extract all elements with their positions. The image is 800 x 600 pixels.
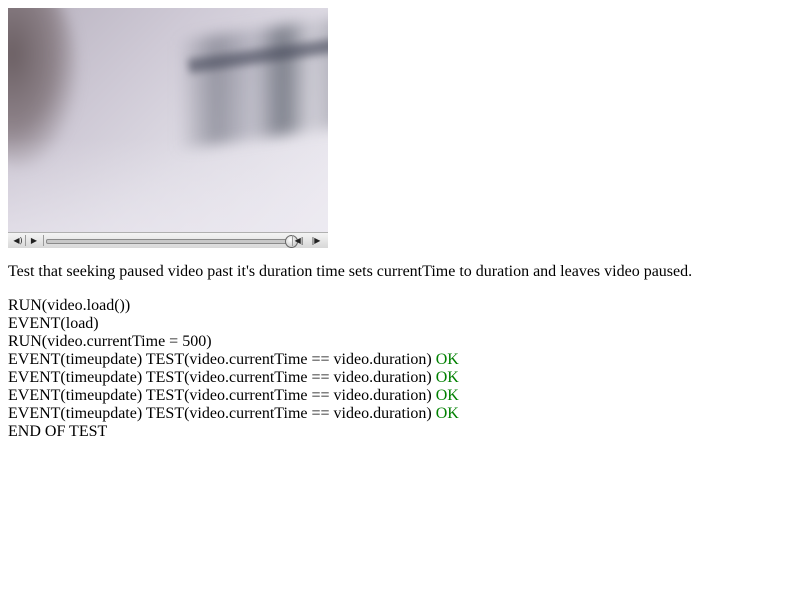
log-line-text: EVENT(timeupdate) TEST(video.currentTime…: [8, 387, 432, 404]
seek-back-icon[interactable]: ◀|: [291, 234, 307, 247]
log-result-ok: OK: [435, 351, 459, 368]
controls-divider: [43, 235, 44, 246]
video-content-window: [178, 16, 328, 150]
video-player[interactable]: ◀) ▶ ◀| |▶: [8, 8, 328, 248]
log-line-text: END OF TEST: [8, 423, 108, 440]
test-description: Test that seeking paused video past it's…: [8, 263, 693, 280]
log-line-text: EVENT(timeupdate) TEST(video.currentTime…: [8, 369, 432, 386]
video-frame[interactable]: [8, 8, 328, 232]
log-line-text: RUN(video.currentTime = 500): [8, 333, 212, 350]
log-line: EVENT(timeupdate) TEST(video.currentTime…: [8, 387, 459, 405]
log-line: EVENT(timeupdate) TEST(video.currentTime…: [8, 369, 459, 387]
volume-icon[interactable]: ◀): [10, 234, 26, 247]
log-line: EVENT(load): [8, 315, 459, 333]
log-result-ok: OK: [435, 369, 459, 386]
log-line-text: RUN(video.load()): [8, 297, 131, 314]
seek-slider[interactable]: [46, 235, 298, 248]
video-controls: ◀) ▶ ◀| |▶: [8, 232, 328, 248]
log-line-text: EVENT(timeupdate) TEST(video.currentTime…: [8, 405, 432, 422]
video-content-shade: [8, 138, 328, 232]
log-line: EVENT(timeupdate) TEST(video.currentTime…: [8, 351, 459, 369]
log-line: EVENT(timeupdate) TEST(video.currentTime…: [8, 405, 459, 423]
test-log: RUN(video.load()) EVENT(load) RUN(video.cu…: [8, 297, 459, 441]
play-icon[interactable]: ▶: [26, 234, 42, 247]
log-line-text: EVENT(timeupdate) TEST(video.currentTime…: [8, 351, 432, 368]
log-result-ok: OK: [435, 405, 459, 422]
log-line: RUN(video.currentTime = 500): [8, 333, 459, 351]
seek-forward-icon[interactable]: |▶: [308, 234, 324, 247]
log-result-ok: OK: [435, 387, 459, 404]
log-line: RUN(video.load()): [8, 297, 459, 315]
log-line-text: EVENT(load): [8, 315, 99, 332]
log-line: END OF TEST: [8, 423, 459, 441]
